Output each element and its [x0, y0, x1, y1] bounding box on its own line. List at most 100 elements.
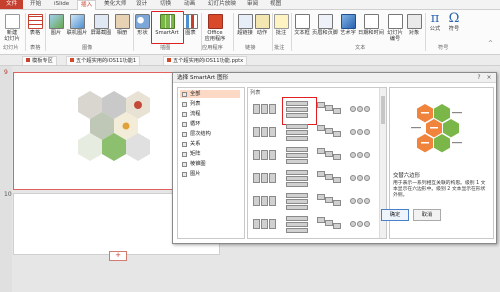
help-button[interactable]: ? [475, 74, 483, 82]
layout-thumbnail-shape [286, 159, 308, 164]
group-label-apps: 应用程序 [202, 45, 223, 51]
layout-thumbnail[interactable] [252, 100, 278, 118]
category-cycle[interactable]: 循环 [180, 120, 240, 128]
chart-button[interactable]: 图表 [183, 14, 198, 36]
layout-thumbnail-shape [261, 104, 268, 114]
close-button[interactable]: × [485, 74, 493, 82]
date-time-button[interactable]: 日期和时间 [358, 14, 384, 36]
layout-thumbnail[interactable] [252, 123, 278, 141]
tab-home[interactable]: 开始 [27, 0, 44, 9]
tab-slideshow[interactable]: 幻灯片放映 [205, 0, 239, 9]
category-relationship[interactable]: 关系 [180, 140, 240, 148]
tab-transitions[interactable]: 切换 [157, 0, 174, 9]
layout-thumbnail[interactable] [252, 192, 278, 210]
doc-tab-ios11-1[interactable]: 五个超实用的iOS11功能1 [66, 56, 141, 65]
category-hierarchy[interactable]: 层次结构 [180, 130, 240, 138]
equation-button[interactable]: π 公式 [427, 12, 443, 32]
shapes-button[interactable]: 形状 [135, 14, 150, 36]
text-line [421, 142, 429, 144]
category-process[interactable]: 流程 [180, 110, 240, 118]
category-pyramid[interactable]: 棱锥图 [180, 160, 240, 168]
layout-thumbnail-shape [350, 221, 356, 227]
online-picture-button[interactable]: 联机图片 [66, 14, 88, 36]
layout-thumbnail[interactable] [316, 100, 342, 118]
slide-number-button[interactable]: 幻灯片 编号 [385, 14, 405, 42]
tab-animations[interactable]: 动画 [181, 0, 198, 9]
layout-thumbnail[interactable] [316, 169, 342, 187]
symbol-button[interactable]: Ω 符号 [446, 12, 462, 32]
layout-thumbnail[interactable] [252, 215, 278, 233]
layout-thumbnail[interactable] [316, 192, 342, 210]
group-label-text: 文本 [355, 45, 366, 51]
layout-thumbnail-shape [286, 107, 308, 112]
layout-thumbnail-shape [333, 131, 341, 137]
scrollbar-thumb[interactable] [381, 96, 385, 124]
layout-thumbnail[interactable] [284, 146, 310, 164]
doc-tab-templates[interactable]: 模板专区 [22, 56, 57, 65]
category-list-item[interactable]: 列表 [180, 100, 240, 108]
comment-button[interactable]: 批注 [274, 14, 289, 36]
category-icon [182, 91, 187, 97]
layout-thumbnail[interactable] [284, 215, 310, 233]
tab-file[interactable]: 文件 [0, 0, 24, 9]
tab-insert[interactable]: 插入 [77, 0, 97, 10]
layout-thumbnail-shape [333, 177, 341, 183]
layout-thumbnail[interactable] [284, 192, 310, 210]
layout-thumbnail-shape [286, 193, 308, 198]
doc-tab-ios11[interactable]: 五个超实用的iOS11功能.pptx [163, 56, 248, 65]
layout-thumbnail-shape [317, 171, 325, 177]
ok-button[interactable]: 确定 [381, 209, 409, 221]
layout-thumbnail[interactable] [348, 169, 374, 187]
layout-thumbnail[interactable] [348, 146, 374, 164]
layout-thumbnail[interactable] [284, 100, 310, 118]
picture-button[interactable]: 图片 [48, 14, 64, 36]
collapse-ribbon-icon[interactable]: ^ [488, 40, 493, 47]
office-apps-button[interactable]: Office 应用程序 [203, 14, 227, 42]
tab-design[interactable]: 设计 [133, 0, 150, 9]
category-icon [182, 101, 187, 107]
object-button[interactable]: 对象 [407, 14, 422, 36]
smartart-button[interactable]: SmartArt [152, 14, 182, 36]
photo-album-button[interactable]: 相册 [114, 14, 130, 36]
screenshot-button[interactable]: 屏幕截图 [90, 14, 112, 36]
tab-islide[interactable]: iSlide [51, 0, 72, 9]
header-footer-button[interactable]: 页眉和页脚 [312, 14, 338, 36]
layout-description: 用于表示一系列相互关联的构思。级别 1 文本显示在六边形中。级别 2 文本显示在… [393, 181, 486, 198]
ribbon: 新建 幻灯片 幻灯片 表格 表格 图片 联机图片 屏幕截图 相册 图像 形状 S… [0, 10, 500, 55]
slide-number-10: 10 [4, 191, 12, 198]
wordart-button[interactable]: 艺术字 [339, 14, 357, 36]
tab-beautify[interactable]: 美化大师 [101, 0, 129, 9]
layout-thumbnail-shape [325, 174, 333, 180]
layout-thumbnail[interactable] [348, 100, 374, 118]
slide-thumbnail-strip: 9 10 [0, 66, 12, 292]
layout-thumbnail-shape [286, 222, 308, 227]
layout-thumbnail[interactable] [316, 123, 342, 141]
layout-thumbnail[interactable] [284, 169, 310, 187]
layout-thumbnail[interactable] [252, 169, 278, 187]
add-slide-button[interactable]: + [109, 251, 127, 261]
layout-thumbnail[interactable] [284, 123, 310, 141]
hyperlink-button[interactable]: 超链接 [236, 14, 254, 36]
category-all[interactable]: 全部 [180, 90, 240, 98]
new-slide-button[interactable]: 新建 幻灯片 [3, 14, 21, 42]
category-picture[interactable]: 图片 [180, 170, 240, 178]
date-time-icon [363, 14, 379, 29]
tab-view[interactable]: 视图 [267, 0, 284, 9]
layout-thumbnail-shape [286, 170, 308, 175]
table-button[interactable]: 表格 [28, 14, 43, 36]
text-line [411, 127, 421, 129]
cancel-button[interactable]: 取消 [413, 209, 441, 221]
action-button[interactable]: 动作 [255, 14, 270, 36]
layout-thumbnail[interactable] [348, 192, 374, 210]
layout-thumbnail-shape [350, 129, 356, 135]
layout-thumbnail[interactable] [316, 146, 342, 164]
category-matrix[interactable]: 矩阵 [180, 150, 240, 158]
flower-shape [122, 122, 130, 130]
tab-review[interactable]: 审阅 [244, 0, 261, 9]
layout-thumbnail[interactable] [348, 215, 374, 233]
layout-thumbnail[interactable] [316, 215, 342, 233]
layout-thumbnail[interactable] [252, 146, 278, 164]
layout-thumbnail-shape [286, 130, 308, 135]
layout-thumbnail[interactable] [348, 123, 374, 141]
textbox-button[interactable]: 文本框 [293, 14, 311, 36]
